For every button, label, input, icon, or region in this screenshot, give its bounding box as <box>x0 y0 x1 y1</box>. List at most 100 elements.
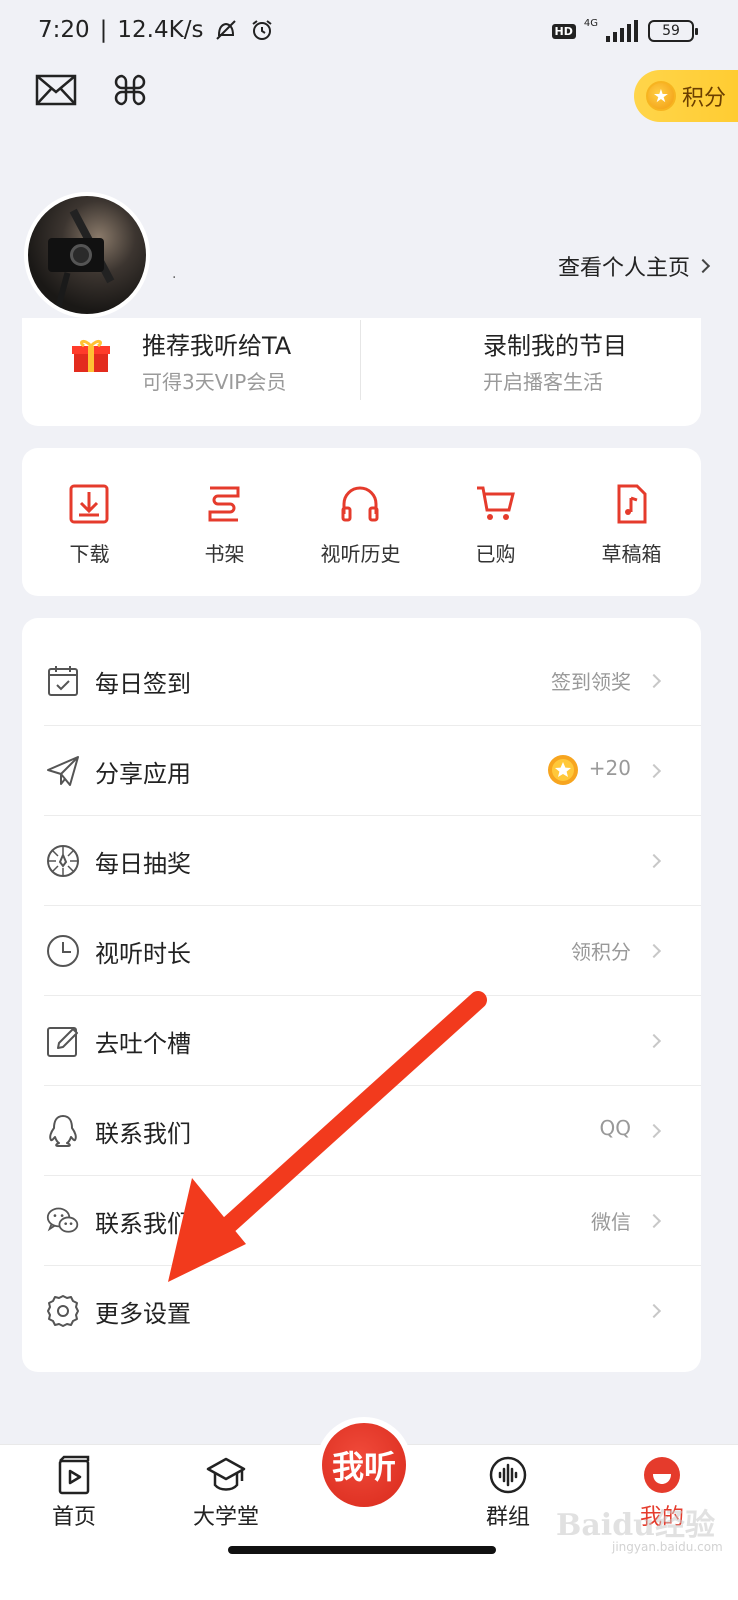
avatar-image-part <box>70 244 92 266</box>
bookshelf-icon <box>208 486 240 522</box>
menu-value: 领积分 <box>571 940 631 964</box>
network-label: 4G <box>583 17 598 29</box>
menu-item-share-app[interactable]: 分享应用 +20 <box>22 726 701 816</box>
chevron-right-icon <box>646 1033 662 1049</box>
shortcut-label: 草稿箱 <box>601 542 662 566</box>
shortcut-label: 书架 <box>204 542 245 566</box>
home-indicator[interactable] <box>228 1546 496 1554</box>
record-promo[interactable]: 录制我的节目 开启播客生活 <box>361 318 701 426</box>
menu-label: 联系我们 <box>95 1120 191 1148</box>
smile-face-icon <box>644 1457 680 1493</box>
settings-gear-icon <box>47 1295 79 1327</box>
chevron-right-icon <box>646 943 662 959</box>
menu-item-listen-duration[interactable]: 视听时长 领积分 <box>22 906 701 996</box>
paper-plane-icon <box>47 756 79 786</box>
chevron-right-icon <box>646 1213 662 1229</box>
menu-item-daily-lottery[interactable]: 每日抽奖 <box>22 816 701 906</box>
menu-label: 去吐个槽 <box>95 1030 191 1058</box>
status-separator: | <box>99 17 108 43</box>
headphones-icon <box>341 486 379 522</box>
menu-label: 视听时长 <box>95 940 191 968</box>
promo-card: 推荐我听给TA 可得3天VIP会员 录制我的节目 开启播客生活 <box>22 318 701 426</box>
hd-badge: HD <box>551 23 576 39</box>
shortcut-label: 下载 <box>69 542 110 566</box>
gift-icon <box>72 339 110 372</box>
clock-icon <box>47 935 79 967</box>
lottery-wheel-icon <box>47 845 79 877</box>
shortcut-drafts[interactable]: 草稿箱 <box>564 448 699 596</box>
watermark-domain: jingyan.baidu.com <box>612 1540 723 1554</box>
wechat-icon <box>46 1207 79 1233</box>
menu-label: 联系我们 <box>95 1210 191 1238</box>
menu-value: 微信 <box>591 1210 631 1234</box>
menu-value: 签到领奖 <box>551 670 631 694</box>
menu-value: QQ <box>599 1116 631 1140</box>
battery-indicator: 59 <box>648 20 698 42</box>
avatar-image-part <box>51 272 71 314</box>
menu-item-feedback[interactable]: 去吐个槽 <box>22 996 701 1086</box>
edit-icon <box>47 1027 78 1057</box>
menu-card: 每日签到 签到领奖 分享应用 +20 每日抽奖 视听时长 领积分 去吐个槽 联系… <box>22 618 701 1372</box>
mute-icon <box>216 20 237 40</box>
shortcut-purchased[interactable]: 已购 <box>428 448 563 596</box>
watermark-brand: Baidu经验 <box>556 1508 715 1543</box>
username[interactable]: . <box>172 266 176 282</box>
download-icon <box>69 484 109 524</box>
status-bar: 7:20 | 12.4K/s HD 4G 59 <box>0 0 738 64</box>
shortcut-card: 下载 书架 视听历史 已购 草稿箱 <box>22 448 701 596</box>
chevron-right-icon <box>646 763 662 779</box>
avatar[interactable] <box>24 192 150 318</box>
shortcut-history[interactable]: 视听历史 <box>293 448 428 596</box>
star-coin-icon: ★ <box>646 81 676 111</box>
nav-groups[interactable]: 群组 <box>448 1455 568 1531</box>
chevron-right-icon <box>646 1123 662 1139</box>
calendar-check-icon <box>48 666 78 696</box>
menu-item-contact-wechat[interactable]: 联系我们 微信 <box>22 1176 701 1266</box>
menu-item-daily-checkin[interactable]: 每日签到 签到领奖 <box>22 636 701 726</box>
chevron-right-icon <box>646 673 662 689</box>
points-label: 积分 <box>682 86 727 111</box>
view-homepage-label: 查看个人主页 <box>557 256 690 281</box>
menu-item-more-settings[interactable]: 更多设置 <box>22 1266 701 1356</box>
view-homepage-link[interactable]: 查看个人主页 <box>557 250 711 282</box>
chevron-right-icon <box>646 1303 662 1319</box>
recommend-promo[interactable]: 推荐我听给TA 可得3天VIP会员 <box>22 318 360 426</box>
nav-home-label: 首页 <box>51 1505 96 1530</box>
graduation-cap-icon <box>206 1457 246 1491</box>
menu-label: 更多设置 <box>95 1300 191 1328</box>
shortcut-bookshelf[interactable]: 书架 <box>157 448 292 596</box>
recommend-title: 推荐我听给TA <box>142 332 292 360</box>
shortcut-label: 已购 <box>475 542 516 566</box>
menu-label: 每日签到 <box>95 670 191 698</box>
status-right: HD 4G 59 <box>551 17 698 42</box>
status-left: 7:20 | 12.4K/s <box>38 17 275 43</box>
shortcut-download[interactable]: 下载 <box>22 448 157 596</box>
center-listen-button[interactable]: 我听 <box>316 1417 412 1513</box>
mail-icon[interactable] <box>34 70 78 110</box>
nav-groups-label: 群组 <box>485 1505 530 1530</box>
record-subtitle: 开启播客生活 <box>483 370 603 394</box>
command-icon[interactable] <box>108 70 152 110</box>
menu-value: +20 <box>588 756 631 780</box>
menu-label: 分享应用 <box>95 760 191 788</box>
status-time: 7:20 <box>38 17 90 43</box>
points-button[interactable]: ★ 积分 <box>634 70 738 122</box>
chevron-right-icon <box>695 258 711 274</box>
recommend-subtitle: 可得3天VIP会员 <box>142 370 287 394</box>
nav-home[interactable]: 首页 <box>14 1455 134 1531</box>
menu-label: 每日抽奖 <box>95 850 191 878</box>
signal-icon <box>606 20 638 42</box>
alarm-icon <box>252 20 273 40</box>
draft-music-icon <box>617 484 647 524</box>
nav-university-label: 大学堂 <box>192 1505 259 1530</box>
chevron-right-icon <box>646 853 662 869</box>
menu-item-contact-qq[interactable]: 联系我们 QQ <box>22 1086 701 1176</box>
record-title: 录制我的节目 <box>483 332 627 360</box>
nav-university[interactable]: 大学堂 <box>166 1455 286 1531</box>
qq-icon <box>49 1115 77 1147</box>
star-coin-icon <box>548 755 578 785</box>
voice-wave-icon <box>489 1456 527 1494</box>
status-speed: 12.4K/s <box>117 17 204 43</box>
shortcut-label: 视听历史 <box>320 542 401 566</box>
home-book-icon <box>58 1455 90 1495</box>
